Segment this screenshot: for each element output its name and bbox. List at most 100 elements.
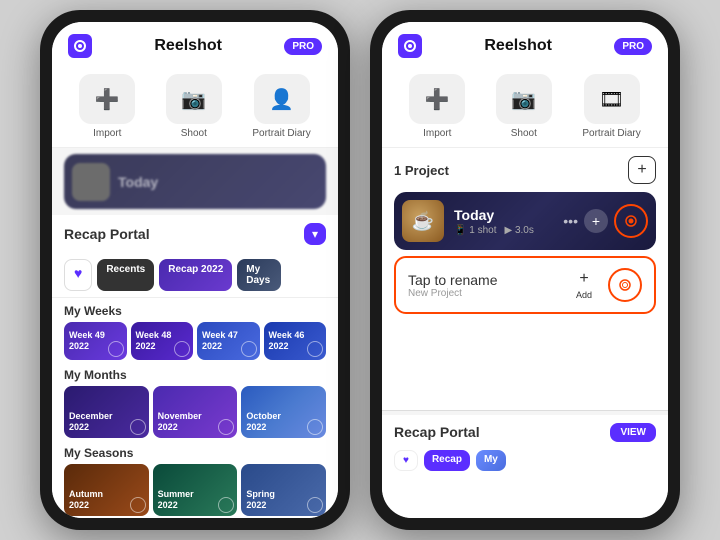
project-add-button[interactable]: + [584, 209, 608, 233]
month-item[interactable]: December2022 [64, 386, 149, 438]
blurred-thumb [72, 163, 110, 201]
import-icon: ➕ [79, 74, 135, 124]
recap-portal-title: Recap Portal [64, 226, 150, 242]
tab-my-right[interactable]: My [476, 450, 506, 471]
recap-header-right: Recap Portal VIEW [394, 423, 656, 442]
recap-tabs-right: ♥ Recap My [394, 450, 656, 471]
portrait-icon: 👤 [254, 74, 310, 124]
portrait-diary-button[interactable]: 👤 Portrait Diary [252, 74, 310, 139]
tab-my-days[interactable]: My Days [237, 259, 281, 291]
week-item[interactable]: Week 492022 [64, 322, 127, 360]
left-screen: Reelshot PRO ➕ Import 📷 Shoot 👤 Portrait… [52, 22, 338, 518]
weeks-row: Week 492022 Week 482022 Week 472022 Week… [64, 322, 326, 360]
recap-title-right: Recap Portal [394, 424, 480, 440]
project-meta: 📱 1 shot ▶ 3.0s [454, 225, 553, 236]
spacer [382, 322, 668, 410]
circle-icon [307, 497, 323, 513]
season-item[interactable]: Spring2022 [241, 464, 326, 516]
app-logo-icon[interactable] [68, 34, 92, 58]
portrait-label-right: Portrait Diary [582, 128, 640, 139]
collapse-button[interactable]: ▾ [304, 223, 326, 245]
left-phone: Reelshot PRO ➕ Import 📷 Shoot 👤 Portrait… [40, 10, 350, 530]
my-seasons-heading: My Seasons [64, 446, 326, 460]
today-project-card[interactable]: ☕ Today 📱 1 shot ▶ 3.0s ••• + [394, 192, 656, 250]
tab-heart[interactable]: ♥ [64, 259, 92, 291]
tab-heart-right[interactable]: ♥ [394, 450, 418, 471]
seasons-row: Autumn2022 Summer2022 Spring2022 [64, 464, 326, 516]
view-button[interactable]: VIEW [610, 423, 656, 442]
left-header: Reelshot PRO [52, 22, 338, 66]
new-project-info: Tap to rename New Project [408, 272, 566, 299]
my-months-heading: My Months [64, 368, 326, 382]
new-project-label: New Project [408, 288, 566, 299]
add-text: Add [576, 290, 592, 300]
week-item[interactable]: Week 482022 [131, 322, 194, 360]
pro-badge-right: PRO [614, 38, 652, 55]
project-count: 1 Project [394, 163, 449, 178]
project-record-button[interactable] [614, 204, 648, 238]
circle-icon [174, 341, 190, 357]
circle-icon [130, 497, 146, 513]
new-project-add-area[interactable]: + Add [576, 270, 592, 300]
shoot-label: Shoot [181, 128, 207, 139]
portrait-label: Portrait Diary [252, 128, 310, 139]
projects-section: 1 Project + ☕ Today 📱 1 shot ▶ 3.0s ••• … [382, 148, 668, 322]
circle-icon [108, 341, 124, 357]
shoot-button[interactable]: 📷 Shoot [166, 74, 222, 139]
recap-section-right: Recap Portal VIEW ♥ Recap My [382, 415, 668, 519]
recap-tabs-row: ♥ Recents Recap 2022 My Days [52, 253, 338, 298]
week-item[interactable]: Week 462022 [264, 322, 327, 360]
circle-icon [130, 419, 146, 435]
shot-count: 📱 1 shot [454, 225, 496, 236]
project-actions: ••• + [563, 204, 648, 238]
month-item[interactable]: October2022 [241, 386, 326, 438]
import-label: Import [93, 128, 121, 139]
season-item[interactable]: Summer2022 [153, 464, 238, 516]
blurred-title: Today [118, 174, 158, 190]
shoot-button-right[interactable]: 📷 Shoot [496, 74, 552, 139]
week-item[interactable]: Week 472022 [197, 322, 260, 360]
circle-icon [241, 341, 257, 357]
months-row: December2022 November2022 October2022 [64, 386, 326, 438]
project-title: Today [454, 207, 553, 223]
tap-to-rename-text: Tap to rename [408, 272, 566, 288]
action-row: ➕ Import 📷 Shoot 👤 Portrait Diary [52, 66, 338, 148]
import-label-right: Import [423, 128, 451, 139]
season-item[interactable]: Autumn2022 [64, 464, 149, 516]
action-row-right: ➕ Import 📷 Shoot 🎞 Portrait Diary [382, 66, 668, 148]
new-project-card[interactable]: Tap to rename New Project + Add [394, 256, 656, 314]
add-icon: + [579, 270, 588, 288]
camera-icon-right: 📷 [496, 74, 552, 124]
tab-recap-right[interactable]: Recap [424, 450, 470, 471]
blurred-project-card: Today [64, 154, 326, 209]
circle-icon [307, 341, 323, 357]
app-logo-icon-right[interactable] [398, 34, 422, 58]
portrait-diary-button-right[interactable]: 🎞 Portrait Diary [582, 74, 640, 139]
new-project-record-button[interactable] [608, 268, 642, 302]
import-button-right[interactable]: ➕ Import [409, 74, 465, 139]
import-icon-right: ➕ [409, 74, 465, 124]
shoot-label-right: Shoot [511, 128, 537, 139]
camera-icon: 📷 [166, 74, 222, 124]
projects-header: 1 Project + [394, 156, 656, 184]
project-info: Today 📱 1 shot ▶ 3.0s [454, 207, 553, 236]
my-weeks-heading: My Weeks [64, 304, 326, 318]
portrait-icon-right: 🎞 [584, 74, 640, 124]
right-phone: Reelshot PRO ➕ Import 📷 Shoot 🎞 Portrait… [370, 10, 680, 530]
project-thumbnail: ☕ [402, 200, 444, 242]
duration: ▶ 3.0s [504, 225, 533, 236]
circle-icon [307, 419, 323, 435]
add-project-button[interactable]: + [628, 156, 656, 184]
divider [382, 410, 668, 411]
scroll-area[interactable]: My Weeks Week 492022 Week 482022 Week 47… [52, 298, 338, 518]
month-item[interactable]: November2022 [153, 386, 238, 438]
collapse-icon: ▾ [312, 227, 318, 241]
more-options-icon[interactable]: ••• [563, 213, 578, 229]
recap-portal-header: Recap Portal ▾ [52, 215, 338, 253]
pro-badge: PRO [284, 38, 322, 55]
app-title: Reelshot [154, 37, 222, 55]
tab-recents[interactable]: Recents [97, 259, 154, 291]
right-header: Reelshot PRO [382, 22, 668, 66]
import-button[interactable]: ➕ Import [79, 74, 135, 139]
tab-recap-2022[interactable]: Recap 2022 [159, 259, 232, 291]
